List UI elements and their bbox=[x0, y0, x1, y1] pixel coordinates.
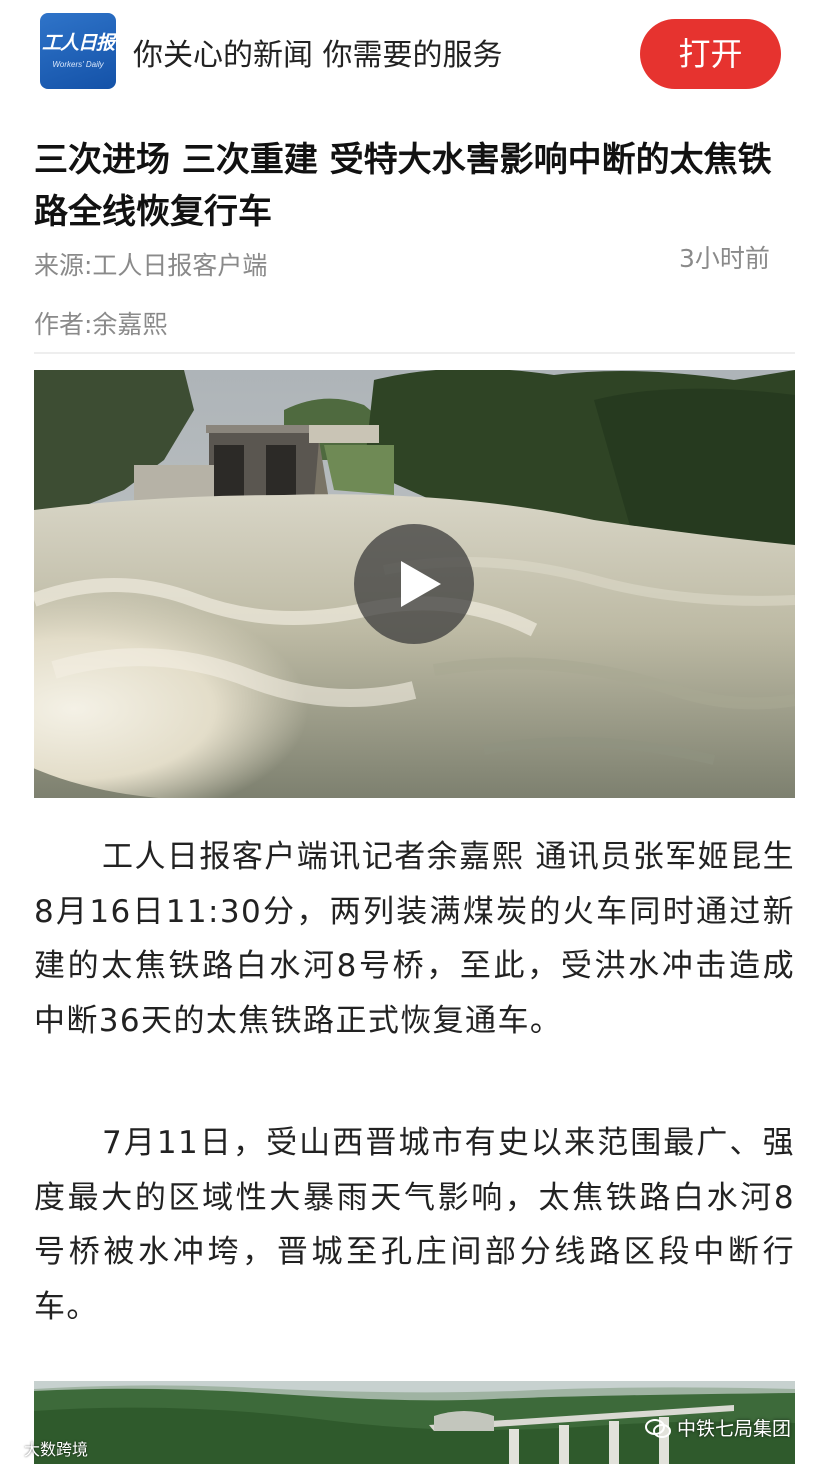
article-author: 作者:余嘉熙 bbox=[34, 310, 168, 339]
watermark-logo-icon bbox=[6, 1443, 20, 1457]
watermark-right-text: 中铁七局集团 bbox=[677, 1418, 792, 1440]
open-app-button[interactable]: 打开 bbox=[640, 19, 781, 89]
article-paragraph: 7月11日，受山西晋城市有史以来范围最广、强度最大的区域性大暴雨天气影响，太焦铁… bbox=[34, 1125, 795, 1325]
logo-subtitle: Workers' Daily bbox=[52, 60, 104, 69]
wechat-icon bbox=[645, 1419, 671, 1438]
watermark-left: 大数跨境 bbox=[6, 1436, 88, 1460]
banner-slogan: 你关心的新闻 你需要的服务 bbox=[133, 38, 503, 73]
divider bbox=[34, 352, 795, 354]
watermark-right: 中铁七局集团 bbox=[645, 1414, 791, 1441]
workers-daily-logo: 工人日报 Workers' Daily bbox=[40, 13, 116, 89]
play-icon bbox=[401, 561, 441, 607]
play-button[interactable] bbox=[354, 524, 474, 644]
logo-text: 工人日报 bbox=[41, 32, 115, 54]
watermark-left-text: 大数跨境 bbox=[24, 1440, 89, 1459]
video-player[interactable] bbox=[34, 370, 795, 798]
app-download-banner: 工人日报 Workers' Daily 你关心的新闻 你需要的服务 打开 bbox=[0, 0, 828, 108]
article-time: 3小时前 bbox=[679, 244, 770, 273]
article-source: 来源:工人日报客户端 bbox=[34, 251, 268, 280]
article-title: 三次进场 三次重建 受特大水害影响中断的太焦铁路全线恢复行车 bbox=[34, 140, 772, 232]
article-paragraph: 工人日报客户端讯记者余嘉熙 通讯员张军姬昆生 8月16日11:30分，两列装满煤… bbox=[34, 839, 795, 1039]
